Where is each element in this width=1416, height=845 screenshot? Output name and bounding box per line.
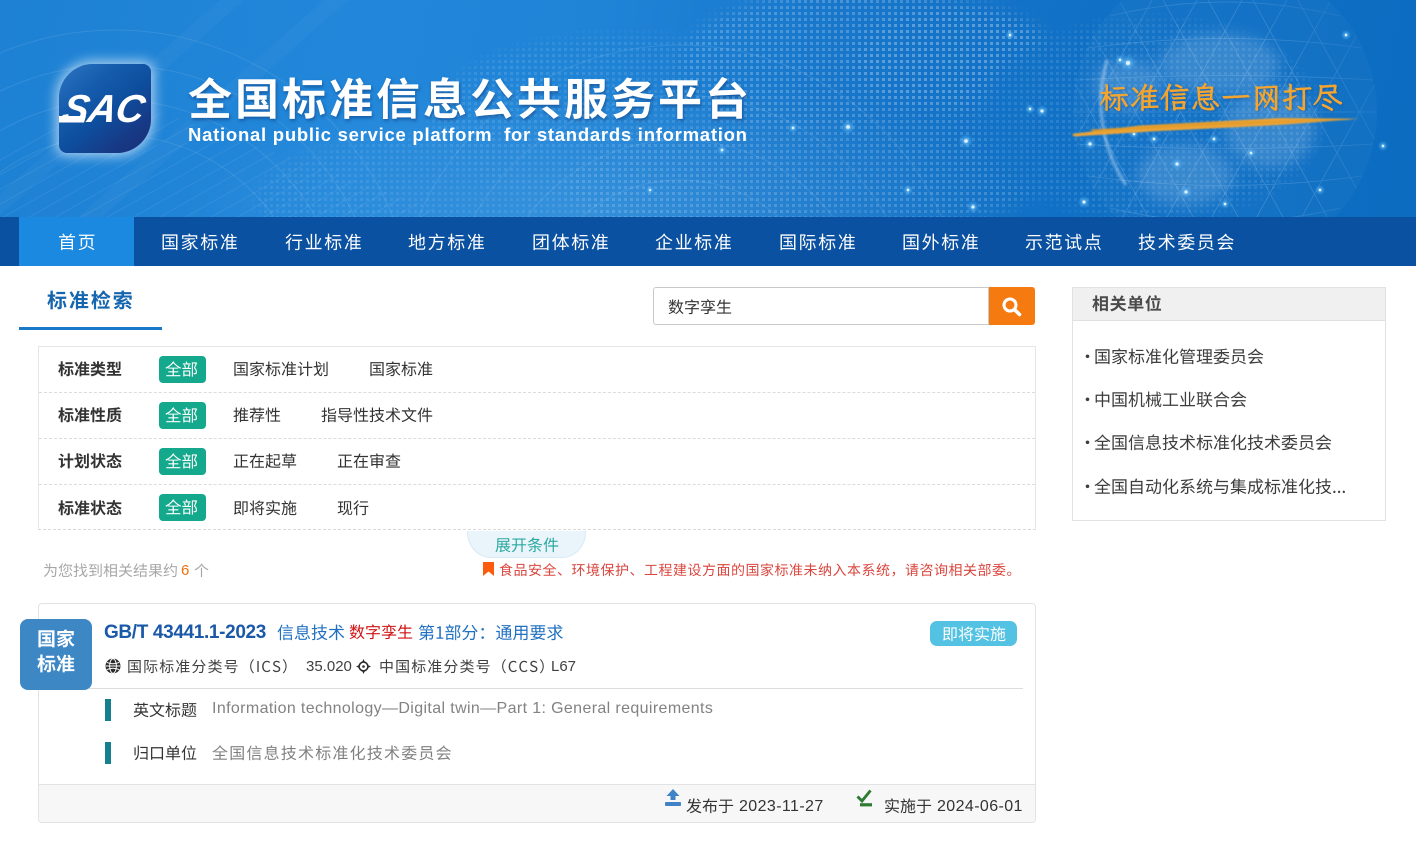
svg-text:SAC: SAC [59,87,149,131]
